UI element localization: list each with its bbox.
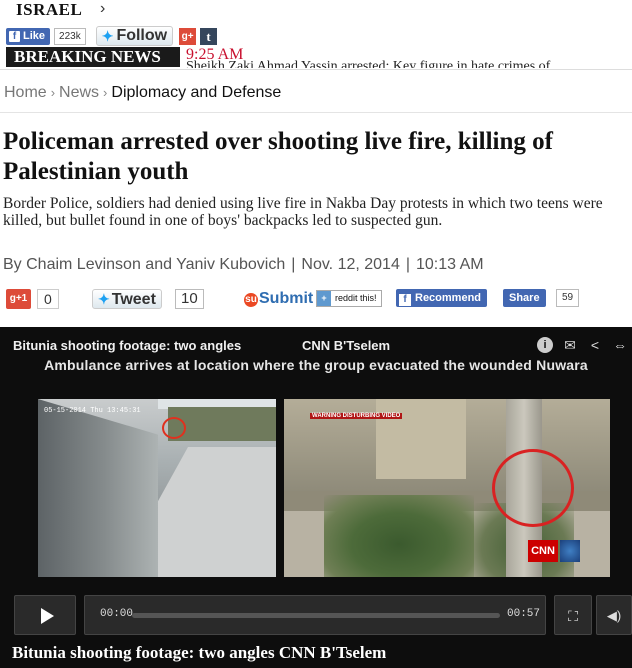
frame-wall (38, 399, 158, 577)
video-bottom-caption: Bitunia shooting footage: two angles CNN… (12, 643, 387, 662)
article-subhead: Border Police, soldiers had denied using… (3, 196, 603, 229)
facebook-share-button[interactable]: Share (503, 289, 546, 307)
section-title[interactable]: ISRAEL (16, 0, 82, 20)
cctv-timestamp: 05-15-2014 Thu 13:45:31 (44, 407, 141, 415)
cctv-frame: 05-15-2014 Thu 13:45:31 (38, 399, 276, 577)
video-source: CNN B'Tselem (302, 338, 391, 353)
facebook-like-label: Like (23, 30, 46, 42)
mail-icon[interactable]: ✉ (562, 337, 578, 353)
highlight-circle (162, 417, 186, 439)
byline-authors[interactable]: By Chaim Levinson and Yaniv Kubovich (3, 256, 285, 273)
progress-panel: 00:00 00:57 (84, 595, 546, 635)
stumbleupon-icon: su (244, 293, 258, 307)
googleplus-icon[interactable]: g+ (179, 27, 197, 45)
video-player[interactable]: Bitunia shooting footage: two angles CNN… (0, 327, 632, 668)
byline-separator: | (405, 256, 410, 273)
googleplus-count: 0 (37, 289, 59, 309)
googleplus-one-button[interactable]: g+1 (6, 289, 31, 309)
share-bar: g+1 0 ✦ Tweet 10 su Submit + reddit this! f… (6, 289, 632, 311)
facebook-icon: f (399, 294, 411, 306)
fullscreen-icon[interactable]: ⛶ (554, 595, 592, 635)
breaking-news-time: 9:25 AM (186, 47, 244, 63)
breaking-news-ticker[interactable]: Sheikh Zaki Ahmad Yassin arrested: Key f… (186, 59, 632, 68)
play-button[interactable] (14, 595, 76, 635)
breadcrumb-separator-icon: › (50, 85, 56, 100)
info-icon[interactable]: i (537, 337, 553, 353)
breadcrumb-divider (0, 112, 632, 113)
tweet-button[interactable]: ✦ Tweet (92, 289, 162, 309)
byline-separator: | (291, 256, 296, 273)
twitter-bird-icon: ✦ (101, 27, 114, 44)
frame-building (376, 399, 466, 479)
twitter-follow-button[interactable]: ✦ Follow (95, 26, 174, 46)
player-action-icons: i ✉ < ⇔ (537, 337, 628, 353)
recommend-label: Recommend (415, 292, 482, 304)
byline-time: 10:13 AM (416, 256, 484, 273)
cnn-logo: CNN (528, 540, 558, 562)
reddit-label: reddit this! (335, 293, 377, 303)
stumbleupon-submit-button[interactable]: su Submit (244, 289, 314, 309)
chevron-right-icon: › (100, 0, 106, 17)
breadcrumb-current[interactable]: Diplomacy and Defense (111, 84, 281, 101)
article-byline: By Chaim Levinson and Yaniv Kubovich | Nov… (3, 256, 484, 274)
breaking-news-bar: Sheikh Zaki Ahmad Yassin arrested: Key f… (6, 47, 632, 68)
breadcrumb-separator-icon: › (103, 85, 108, 100)
duration: 00:57 (507, 608, 541, 620)
facebook-icon: f (9, 30, 20, 42)
facebook-like-button[interactable]: f Like (6, 27, 51, 45)
tumblr-icon[interactable]: t (200, 27, 218, 45)
twitter-follow-label: Follow (116, 27, 168, 44)
tweet-count: 10 (175, 289, 204, 309)
reddit-plus-icon: + (317, 291, 331, 306)
player-controls: 00:00 00:57 ⛶ ◀) (0, 592, 632, 638)
warning-overlay: WARNING DISTURBING VIDEO (310, 413, 403, 419)
embed-icon[interactable]: ⇔ (612, 337, 628, 353)
volume-icon[interactable]: ◀) (596, 595, 632, 635)
facebook-like-count: 223k (54, 27, 86, 45)
social-follow-row: f Like 223k ✦ Follow g+ t (6, 26, 218, 46)
reddit-button[interactable]: + reddit this! (316, 290, 382, 307)
stumbleupon-label: Submit (259, 290, 314, 307)
video-caption-overlay: Ambulance arrives at location where the … (44, 357, 588, 373)
facebook-recommend-button[interactable]: f Recommend (396, 289, 488, 307)
progress-track[interactable] (132, 613, 500, 618)
breadcrumb: Home › News › Diplomacy and Defense (4, 84, 281, 102)
site-header: ISRAEL › f Like 223k ✦ Follow g+ t Sheik… (0, 0, 632, 70)
breadcrumb-home[interactable]: Home (4, 84, 47, 101)
frame-bush (324, 495, 474, 577)
tweet-label: Tweet (111, 291, 156, 308)
share-count: 59 (556, 289, 580, 307)
breadcrumb-news[interactable]: News (59, 84, 99, 101)
byline-date: Nov. 12, 2014 (301, 256, 400, 273)
article-headline: Policeman arrested over shooting live fi… (3, 128, 553, 185)
twitter-bird-icon: ✦ (98, 291, 110, 307)
share-icon[interactable]: < (587, 337, 603, 353)
current-time: 00:00 (100, 608, 134, 620)
globe-icon (560, 540, 580, 562)
header-divider (0, 69, 632, 70)
video-title[interactable]: Bitunia shooting footage: two angles (13, 338, 241, 353)
highlight-circle (492, 449, 574, 527)
breaking-news-label: BREAKING NEWS (6, 47, 180, 67)
